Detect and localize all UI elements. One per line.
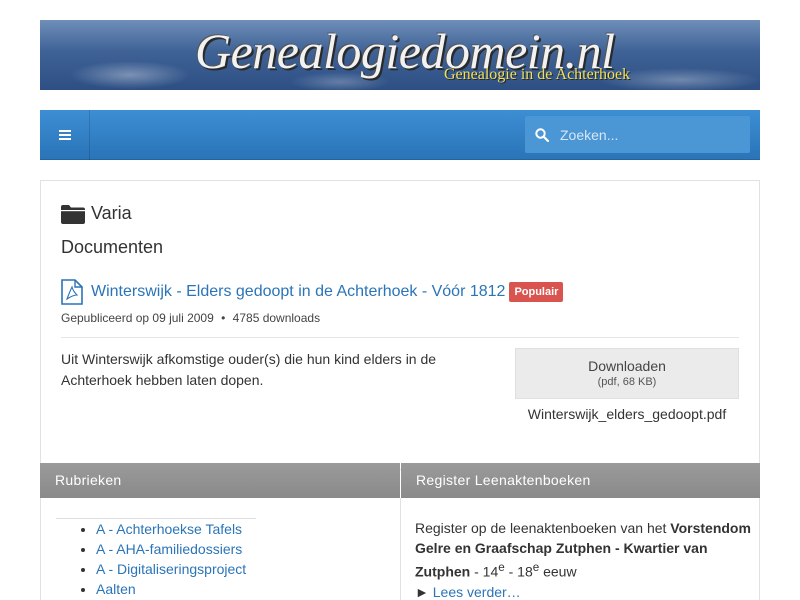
list-item: A - AHA-familiedossiers — [96, 539, 246, 559]
search-input[interactable] — [560, 116, 745, 153]
menu-toggle-button[interactable] — [40, 110, 90, 160]
register-intro: Register op de leenaktenboeken van het — [415, 520, 671, 536]
register-century-start: - 14 — [470, 563, 499, 580]
register-header: Register Leenaktenboeken — [401, 463, 760, 498]
document-meta: Gepubliceerd op 09 juli 2009 • 4785 down… — [61, 311, 320, 325]
register-panel: Register op de leenaktenboeken van het V… — [400, 498, 760, 600]
register-text: Register op de leenaktenboeken van het V… — [415, 518, 755, 600]
published-date: Gepubliceerd op 09 juli 2009 — [61, 311, 214, 325]
register-century-end: - 18 — [504, 563, 533, 580]
search-icon — [535, 128, 549, 142]
document-title-row: Winterswijk - Elders gedoopt in de Achte… — [61, 279, 564, 305]
rubriek-link[interactable]: A - Digitaliseringsproject — [96, 561, 246, 577]
hamburger-icon — [58, 130, 71, 140]
list-item: A - Digitaliseringsproject — [96, 559, 246, 579]
document-link[interactable]: Winterswijk - Elders gedoopt in de Achte… — [91, 283, 505, 301]
list-item: A - Achterhoekse Tafels — [96, 519, 246, 539]
popular-badge: Populair — [509, 282, 564, 302]
rubrieken-header: Rubrieken — [40, 463, 400, 498]
list-item: Aalten — [96, 579, 246, 599]
download-label: Downloaden — [588, 358, 666, 374]
read-more-link[interactable]: Lees verder… — [433, 584, 521, 600]
download-button[interactable]: Downloaden (pdf, 68 KB) — [515, 348, 739, 399]
divider — [61, 337, 739, 338]
site-banner[interactable]: Genealogiedomein.nl Genealogie in de Ach… — [40, 20, 760, 90]
rubrieken-list: A - Achterhoekse Tafels A - AHA-familied… — [96, 519, 246, 599]
pdf-file-icon[interactable] — [61, 279, 83, 305]
category-name: Varia — [91, 203, 132, 223]
download-count: 4785 downloads — [232, 311, 321, 325]
download-file-info: (pdf, 68 KB) — [597, 376, 657, 388]
rubrieken-panel: A - Achterhoekse Tafels A - AHA-familied… — [40, 498, 401, 600]
rubriek-link[interactable]: A - Achterhoekse Tafels — [96, 521, 242, 537]
site-subtitle: Genealogie in de Achterhoek — [444, 66, 631, 83]
meta-separator: • — [221, 311, 226, 325]
arrow-icon: ► — [415, 583, 429, 600]
navbar — [40, 110, 760, 160]
rubriek-link[interactable]: A - AHA-familiedossiers — [96, 541, 242, 557]
section-title: Documenten — [61, 237, 164, 257]
main-content: Varia Documenten Winterswijk - Elders ge… — [40, 180, 760, 470]
category-heading: Varia — [61, 203, 132, 224]
folder-icon — [61, 204, 85, 224]
rubriek-link[interactable]: Aalten — [96, 581, 136, 597]
document-description: Uit Winterswijk afkomstige ouder(s) die … — [61, 351, 437, 388]
register-suffix: eeuw — [539, 563, 577, 580]
download-filename: Winterswijk_elders_gedoopt.pdf — [527, 406, 727, 422]
search-box[interactable] — [525, 116, 750, 153]
